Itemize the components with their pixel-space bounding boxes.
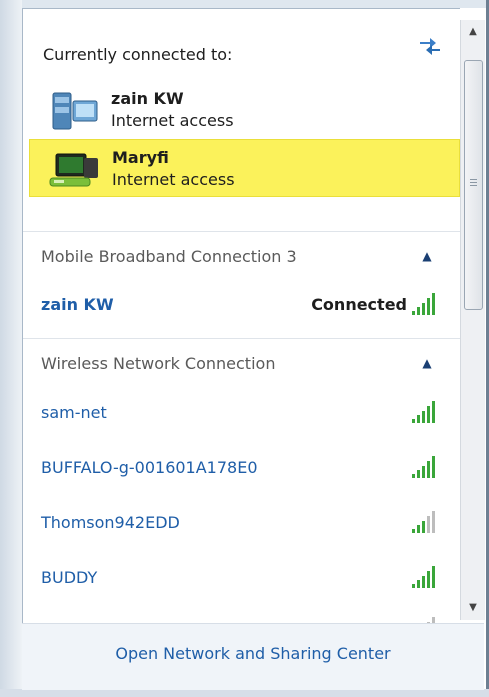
scroll-down-arrow-icon[interactable]: ▼ <box>461 596 485 620</box>
collapse-chevron-icon[interactable]: ▲ <box>419 248 435 264</box>
group-wireless-network[interactable]: Wireless Network Connection ▲ <box>23 338 460 391</box>
window-frame-left <box>0 0 22 697</box>
network-item-sam-net[interactable]: sam-net <box>41 399 451 429</box>
connected-name: Maryfi <box>112 148 169 167</box>
connected-item-zain-kw[interactable]: zain KW Internet access <box>37 81 460 139</box>
wireless-network-icon <box>49 153 98 187</box>
refresh-icon[interactable] <box>416 33 444 57</box>
group-mobile-broadband[interactable]: Mobile Broadband Connection 3 ▲ <box>23 231 460 284</box>
scroll-up-arrow-icon[interactable]: ▲ <box>461 20 485 44</box>
network-name: BUFFALO-g-001601A178E0 <box>41 458 258 477</box>
collapse-chevron-icon[interactable]: ▲ <box>419 355 435 371</box>
signal-strength-icon <box>412 401 435 423</box>
network-name: zain KW <box>41 295 114 314</box>
scrollbar-grip <box>470 179 477 180</box>
group-label: Wireless Network Connection <box>41 354 276 373</box>
network-popup-window: Currently connected to: zain KW Internet… <box>0 0 489 697</box>
signal-strength-icon <box>412 456 435 478</box>
network-status: Connected <box>311 295 407 314</box>
connected-status: Internet access <box>112 170 235 189</box>
network-name: sam-net <box>41 403 107 422</box>
connected-item-maryfi[interactable]: Maryfi Internet access <box>29 139 460 197</box>
scrollbar-thumb[interactable] <box>464 60 483 310</box>
network-list-panel: Currently connected to: zain KW Internet… <box>22 8 460 624</box>
popup-footer: Open Network and Sharing Center <box>22 623 484 690</box>
network-name: Thomson942EDD <box>41 513 180 532</box>
vertical-scrollbar[interactable]: ▲ ▼ <box>460 20 485 620</box>
open-network-sharing-center-link[interactable]: Open Network and Sharing Center <box>22 644 484 663</box>
connected-header: Currently connected to: <box>43 45 233 64</box>
signal-strength-icon <box>412 511 435 533</box>
network-name: BUDDY <box>41 568 98 587</box>
group-label: Mobile Broadband Connection 3 <box>41 247 297 266</box>
broadband-computer-icon <box>52 92 98 130</box>
connected-name: zain KW <box>111 89 184 108</box>
connected-status: Internet access <box>111 111 234 130</box>
network-item-buddy[interactable]: BUDDY <box>41 564 451 594</box>
window-frame-bottom <box>0 689 489 697</box>
network-item-thomson[interactable]: Thomson942EDD <box>41 509 451 539</box>
network-item-buffalo[interactable]: BUFFALO-g-001601A178E0 <box>41 454 451 484</box>
signal-strength-icon <box>412 293 435 315</box>
window-frame-top <box>0 0 489 8</box>
network-item-zain-kw[interactable]: zain KW Connected <box>41 291 451 321</box>
signal-strength-icon <box>412 566 435 588</box>
